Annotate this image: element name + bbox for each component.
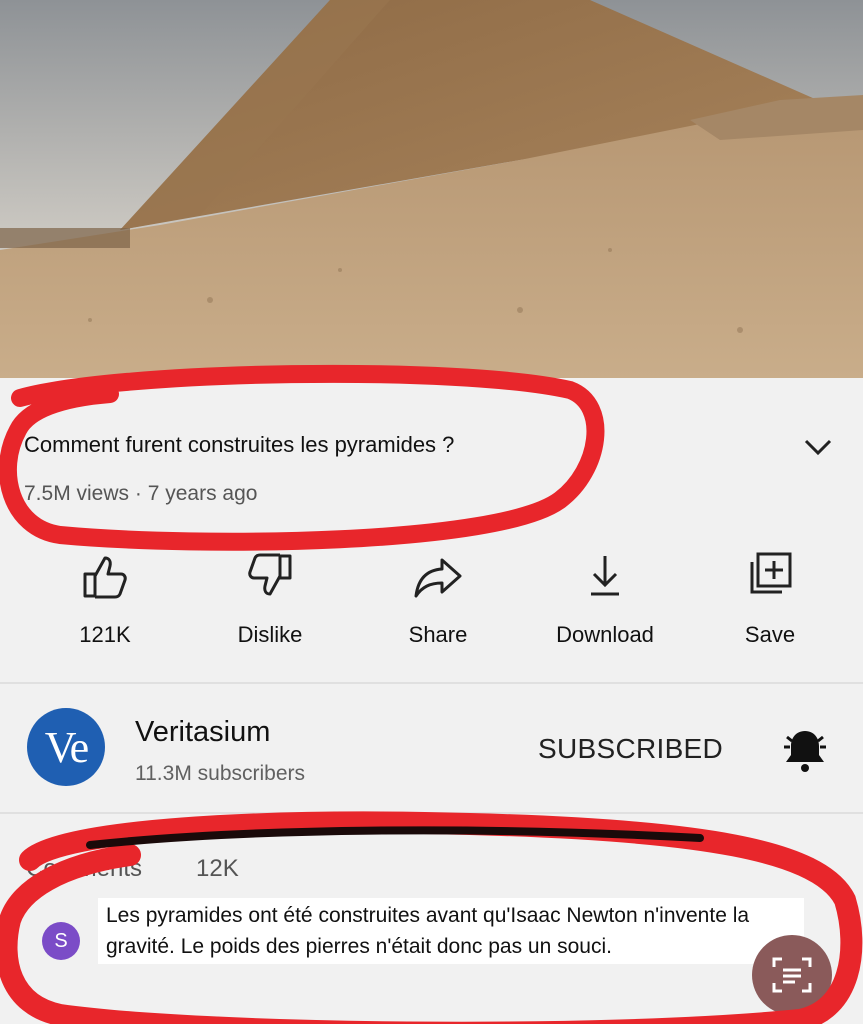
channel-name[interactable]: Veritasium xyxy=(135,716,270,749)
video-title[interactable]: Comment furent construites les pyramides… xyxy=(24,432,454,458)
dislike-button[interactable]: Dislike xyxy=(200,548,340,648)
save-to-playlist-icon xyxy=(700,548,840,604)
channel-avatar[interactable]: Ve xyxy=(27,708,105,786)
share-label: Share xyxy=(408,622,468,647)
divider xyxy=(0,682,863,684)
like-button[interactable]: 121K xyxy=(35,548,175,648)
commenter-avatar[interactable]: S xyxy=(42,922,80,960)
dislike-label: Dislike xyxy=(237,622,303,647)
download-button[interactable]: Download xyxy=(535,548,675,648)
divider xyxy=(0,812,863,814)
upload-age: 7 years ago xyxy=(147,482,258,505)
view-count: 7.5M views xyxy=(24,482,130,505)
chevron-down-icon[interactable] xyxy=(800,432,836,462)
subscriber-count: 11.3M subscribers xyxy=(135,762,306,785)
video-player[interactable] xyxy=(0,0,863,378)
thumbs-down-icon xyxy=(200,548,340,604)
comments-count: 12K xyxy=(196,855,239,882)
notification-bell-icon[interactable] xyxy=(778,723,832,777)
download-icon xyxy=(535,548,675,604)
video-meta: 7.5M views · 7 years ago xyxy=(24,482,257,506)
expand-comments-icon[interactable]: ‹ xyxy=(805,846,815,880)
thumbs-up-icon xyxy=(35,548,175,604)
action-bar: 121K Dislike Share Download Save xyxy=(0,548,863,668)
like-count: 121K xyxy=(79,622,131,647)
meta-separator: · xyxy=(134,482,148,505)
comments-header[interactable]: Comments xyxy=(26,855,142,883)
share-icon xyxy=(368,548,508,604)
save-label: Save xyxy=(744,622,796,647)
top-comment-text[interactable]: Les pyramides ont été construites avant … xyxy=(98,898,804,964)
subscribed-button[interactable]: SUBSCRIBED xyxy=(538,733,723,765)
lens-scan-icon[interactable] xyxy=(752,935,832,1015)
download-label: Download xyxy=(556,622,654,647)
save-button[interactable]: Save xyxy=(700,548,840,648)
share-button[interactable]: Share xyxy=(368,548,508,648)
